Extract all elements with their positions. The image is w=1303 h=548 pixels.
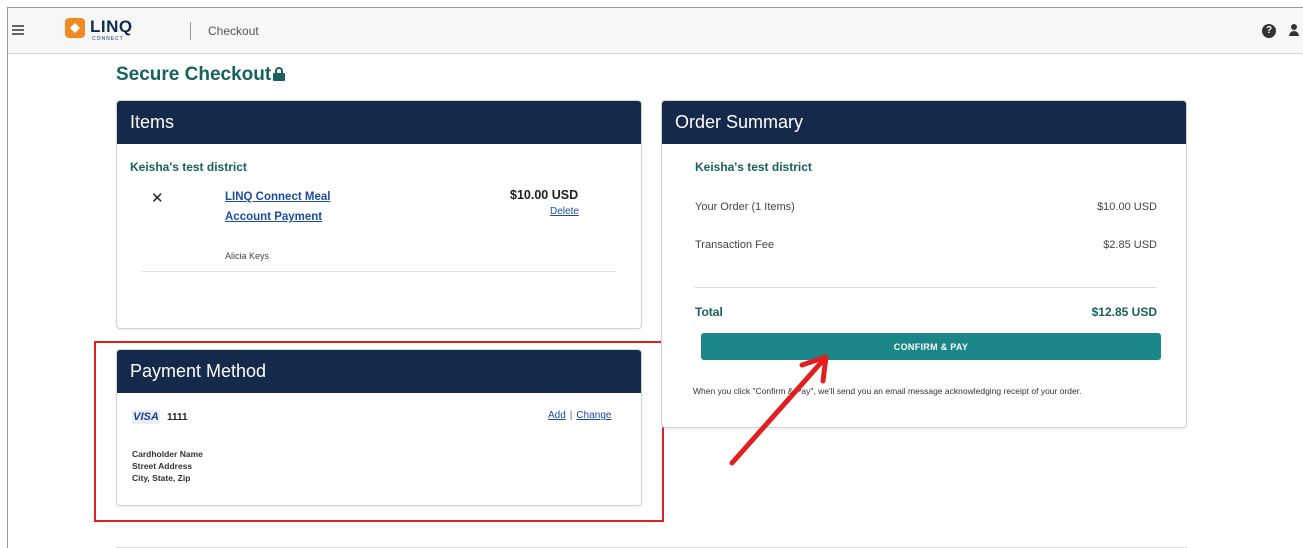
topbar-divider <box>190 22 191 40</box>
fork-knife-icon: ✕ <box>151 190 164 207</box>
summary-fee-row: Transaction Fee $2.85 USD <box>695 239 1157 251</box>
order-value: $10.00 USD <box>1097 201 1157 213</box>
delete-item-link[interactable]: Delete <box>550 206 579 217</box>
lock-icon <box>273 67 286 81</box>
logo-text: LINQ <box>90 17 133 36</box>
summary-total-row: Total $12.85 USD <box>695 305 1157 319</box>
order-summary-card: Order Summary Keisha's test district You… <box>661 100 1187 428</box>
items-heading: Items <box>117 101 641 144</box>
hamburger-menu-icon[interactable] <box>12 25 24 35</box>
fee-value: $2.85 USD <box>1103 239 1157 251</box>
page-title-text: Secure Checkout <box>116 64 272 85</box>
top-bar: LINQ CONNECT Checkout ? <box>8 8 1303 54</box>
summary-divider <box>695 287 1157 288</box>
item-price: $10.00 USD <box>510 188 579 202</box>
summary-order-row: Your Order (1 Items) $10.00 USD <box>695 201 1157 213</box>
user-account-icon[interactable] <box>1288 23 1300 37</box>
summary-district-name: Keisha's test district <box>695 160 812 174</box>
confirm-note: When you click "Confirm & Pay", we'll se… <box>693 386 1082 396</box>
help-icon[interactable]: ? <box>1262 24 1276 38</box>
breadcrumb-checkout: Checkout <box>208 24 259 38</box>
item-name-link[interactable]: LINQ Connect Meal Account Payment <box>225 187 355 227</box>
total-value: $12.85 USD <box>1091 305 1157 319</box>
item-divider <box>141 271 616 272</box>
items-district-name: Keisha's test district <box>130 160 247 174</box>
page-title: Secure Checkout <box>116 64 286 86</box>
item-student-name: Alicia Keys <box>225 251 270 261</box>
linq-logo-icon <box>65 18 85 38</box>
total-label: Total <box>695 305 723 319</box>
app-frame: LINQ CONNECT Checkout ? Secure Checkout … <box>7 7 1303 548</box>
order-label: Your Order (1 Items) <box>695 201 795 213</box>
annotation-highlight-box <box>94 341 664 522</box>
confirm-and-pay-button[interactable]: CONFIRM & PAY <box>701 333 1161 360</box>
logo-subtext: CONNECT <box>92 36 124 42</box>
order-summary-heading: Order Summary <box>662 101 1186 144</box>
items-card: Items Keisha's test district ✕ LINQ Conn… <box>116 100 642 329</box>
fee-label: Transaction Fee <box>695 239 775 251</box>
